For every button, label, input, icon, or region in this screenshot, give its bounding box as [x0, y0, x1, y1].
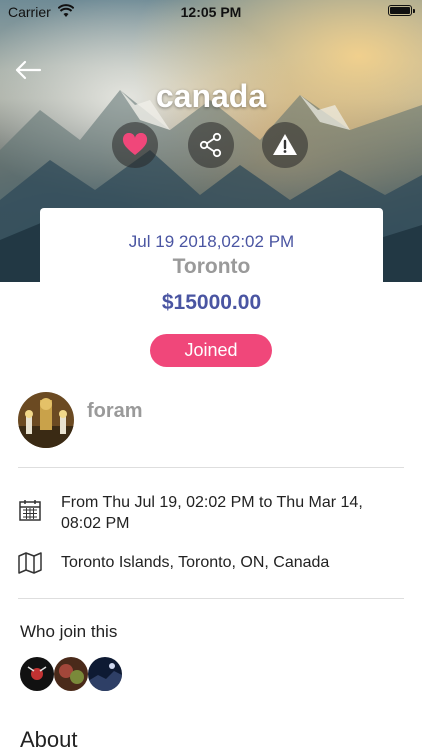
divider [18, 598, 404, 599]
joined-button[interactable]: Joined [150, 334, 272, 367]
event-date: Jul 19 2018,02:02 PM [128, 232, 295, 251]
report-button[interactable] [262, 122, 308, 168]
share-button[interactable] [188, 122, 234, 168]
heart-icon [122, 133, 148, 155]
participants-heading: Who join this [20, 622, 118, 641]
avatar-image [54, 657, 88, 691]
event-info-card: Jul 19 2018,02:02 PM Toronto $15000.00 J… [40, 208, 383, 388]
calendar-icon [19, 500, 41, 521]
avatar-image [18, 392, 74, 448]
about-heading: About [20, 727, 78, 752]
avatar-image [88, 657, 122, 691]
event-price: $15000.00 [161, 291, 262, 314]
clock: 12:05 PM [180, 4, 242, 20]
event-title: canada [155, 78, 267, 114]
host-avatar[interactable] [18, 392, 74, 448]
event-city: Toronto [172, 255, 251, 278]
share-icon [199, 132, 222, 158]
favorite-button[interactable] [112, 122, 158, 168]
participant-avatar[interactable] [88, 657, 122, 691]
event-schedule: From Thu Jul 19, 02:02 PM to Thu Mar 14,… [61, 494, 363, 532]
avatar-image [20, 657, 54, 691]
host-name[interactable]: foram [87, 400, 143, 423]
warning-icon [273, 134, 297, 155]
map-icon [18, 552, 42, 574]
divider [18, 467, 404, 468]
participant-avatar[interactable] [54, 657, 88, 691]
status-bar: Carrier 12:05 PM [0, 0, 422, 24]
participant-avatar[interactable] [20, 657, 54, 691]
event-location[interactable]: Toronto Islands, Toronto, ON, Canada [61, 552, 391, 573]
battery-icon [388, 5, 415, 16]
